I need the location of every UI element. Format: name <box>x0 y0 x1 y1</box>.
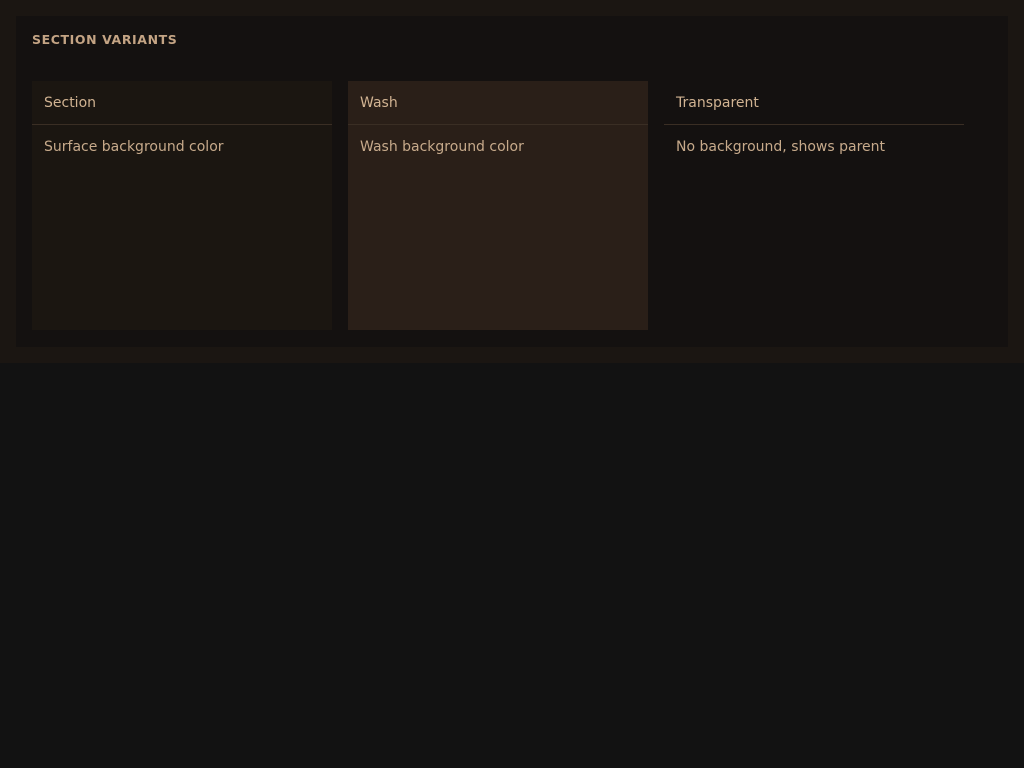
transparent-card-body: No background, shows parent <box>676 139 886 155</box>
wash-card-header: Wash <box>348 81 648 125</box>
transparent-card: Transparent No background, shows parent <box>664 81 964 330</box>
wash-card: Wash Wash background color <box>348 81 648 330</box>
section-variants-panel: SECTION VARIANTS Section Surface backgro… <box>16 16 1008 347</box>
transparent-card-header: Transparent <box>664 81 964 125</box>
section-card-body: Surface background color <box>44 139 224 155</box>
section-card-header: Section <box>32 81 332 125</box>
section-card: Section Surface background color <box>32 81 332 330</box>
panel-title: SECTION VARIANTS <box>32 32 178 47</box>
wash-card-body: Wash background color <box>360 139 524 155</box>
outer-frame: SECTION VARIANTS Section Surface backgro… <box>0 0 1024 363</box>
